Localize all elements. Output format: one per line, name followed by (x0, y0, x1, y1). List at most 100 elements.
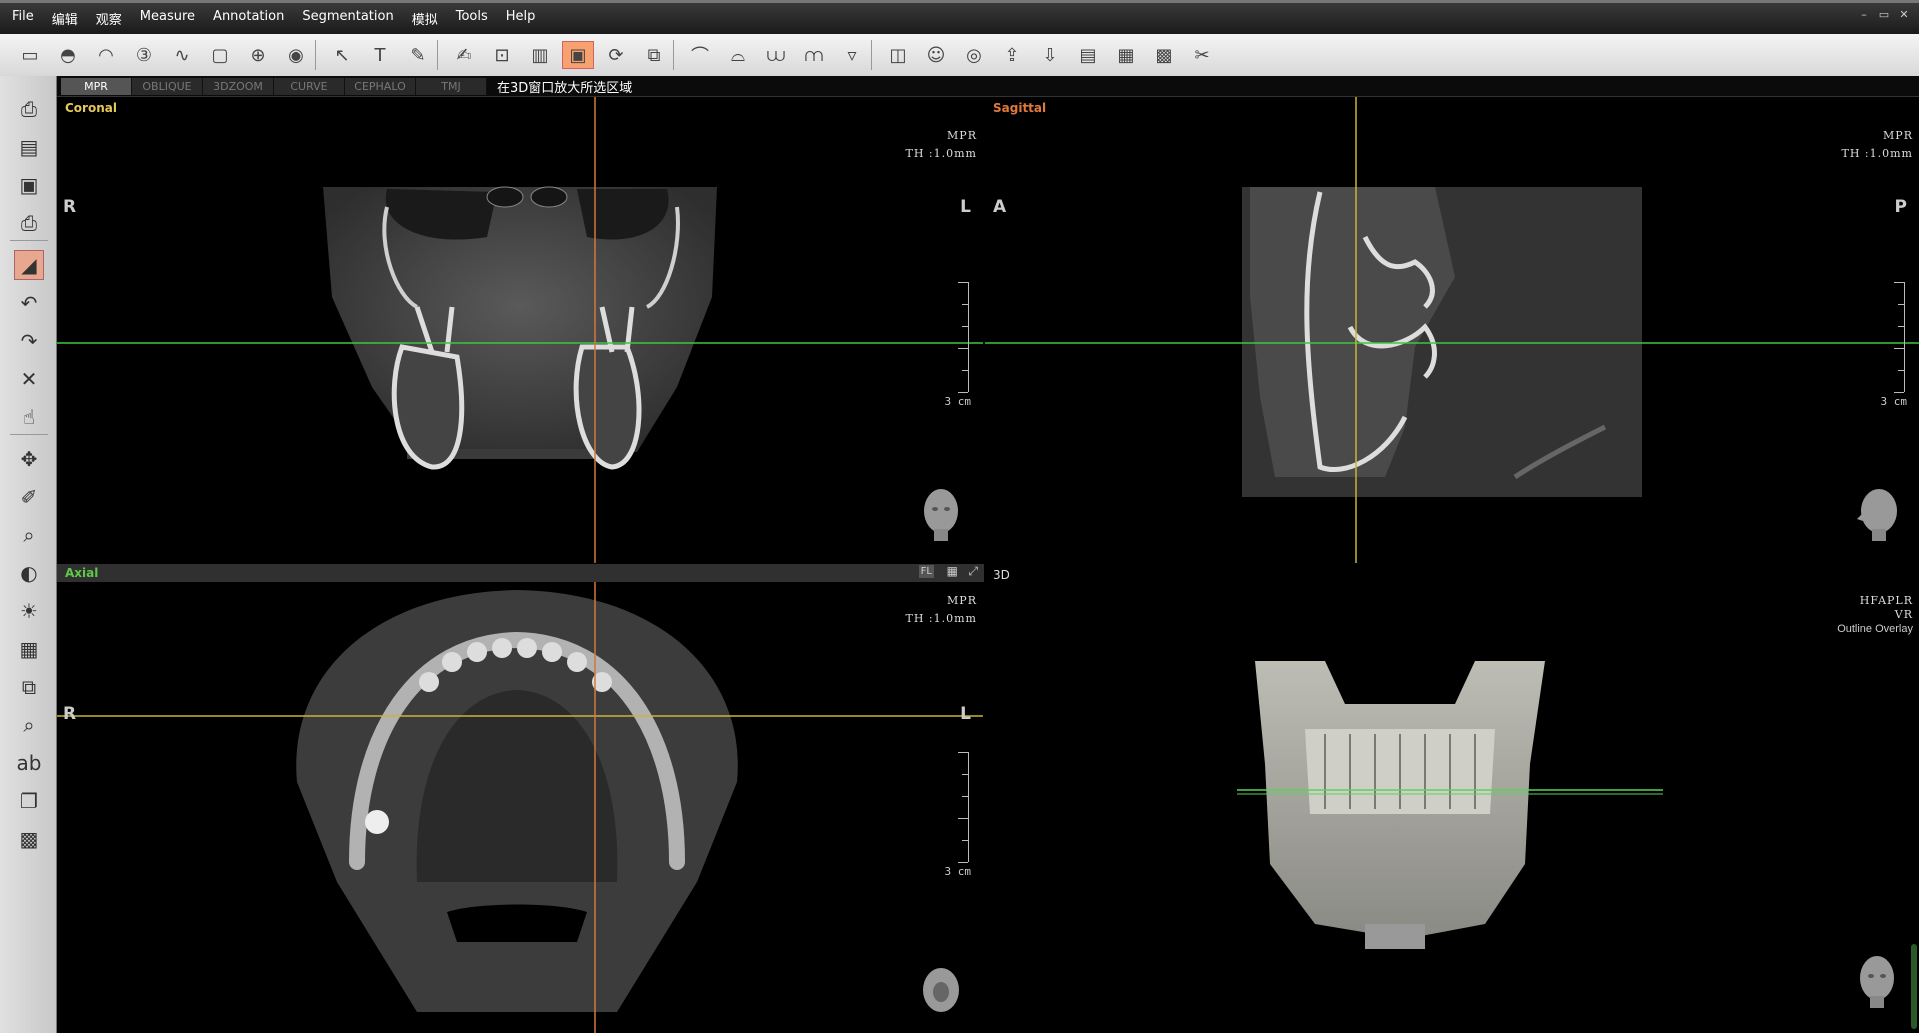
menu-item[interactable]: Tools (456, 9, 488, 28)
print-view-icon[interactable]: ▦ (1110, 41, 1142, 69)
scale-label: 3 cm (944, 395, 972, 408)
menu-item[interactable]: 模拟 (412, 9, 438, 28)
axial-viewport[interactable]: MPR TH :1.0mm R L 3 cm (57, 582, 983, 1033)
head-orientation-icon[interactable] (1855, 487, 1899, 541)
viewport-label: Axial (65, 566, 99, 580)
tool-separator (10, 434, 48, 435)
3d-icon[interactable]: ③ (128, 41, 160, 69)
grid-button[interactable]: ▦ (947, 564, 958, 578)
printer-icon[interactable]: ⎙ (14, 208, 44, 238)
undo-icon[interactable]: ↶ (14, 288, 44, 318)
window-controls: – ▭ ✕ (1857, 9, 1911, 21)
menu-bar: File 编辑 观察 Measure Annotation Segmentation 模拟 T… (0, 0, 1919, 34)
orientation-right: P (1894, 197, 1907, 217)
print-icon[interactable]: ⎙ (14, 94, 44, 124)
status-hint: 在3D窗口放大所选区域 (497, 81, 633, 96)
menu-item[interactable]: Annotation (213, 9, 284, 28)
panoramic-icon[interactable]: ∿ (166, 41, 198, 69)
teeth-icon[interactable]: ⩊ (760, 41, 792, 69)
hand-icon[interactable]: ☝ (14, 402, 44, 432)
pen-tool-icon[interactable]: ✐ (14, 482, 44, 512)
sync-icon[interactable]: ⟳ (600, 41, 632, 69)
viewport-label: Sagittal (993, 101, 1047, 115)
sphere-icon[interactable]: ⊕ (242, 41, 274, 69)
camera-icon[interactable]: ◫ (882, 41, 914, 69)
restore-button[interactable]: ▭ (1877, 9, 1891, 21)
edit-report-icon[interactable]: ✍ (448, 41, 480, 69)
head-orientation-icon[interactable] (919, 962, 963, 1016)
axial-image (57, 582, 983, 1033)
zoom-region-icon[interactable]: ⊡ (486, 41, 518, 69)
implant-icon[interactable]: ◓ (52, 41, 84, 69)
toolbar-separator (315, 40, 316, 70)
left-toolbar: ⎙ ▤ ▣ ⎙ ◢ ↶ ↷ ✕ ☝ ✥ ✐ ⌕ ◐ ☀ ▦ ⧉ ⌕ ab ❐ ▩ (0, 76, 57, 1033)
tab-mpr[interactable]: MPR (61, 78, 132, 95)
tab-oblique[interactable]: OBLIQUE (132, 78, 203, 95)
3d-viewport[interactable]: 3D HFAPLR VR Outline Overlay (985, 564, 1919, 1033)
pen-icon[interactable]: ✎ (402, 41, 434, 69)
arch-icon[interactable]: ◠ (90, 41, 122, 69)
view-tab-row: 在3D窗口放大所选区域 MPR OBLIQUE 3DZOOM CURVE CEPHALO… (57, 76, 1919, 97)
open-icon[interactable]: ▤ (14, 132, 44, 162)
tab-cephalo[interactable]: CEPHALO (345, 78, 416, 95)
copy-icon[interactable]: ❐ (14, 786, 44, 816)
checker-icon[interactable]: ▩ (14, 824, 44, 854)
cup-icon[interactable]: ▿ (836, 41, 868, 69)
export-icon[interactable]: ⇪ (996, 41, 1028, 69)
compare-icon[interactable]: ⧉ (638, 41, 670, 69)
close-button[interactable]: ✕ (1897, 9, 1911, 21)
measure-triangle-icon[interactable]: ◢ (14, 250, 44, 280)
layers-icon[interactable]: ⧉ (14, 672, 44, 702)
crop-icon[interactable]: ▢ (204, 41, 236, 69)
text-icon[interactable]: T (364, 41, 396, 69)
save-icon[interactable]: ▣ (14, 170, 44, 200)
save-view-icon[interactable]: ▤ (1072, 41, 1104, 69)
tab-3dzoom[interactable]: 3DZOOM (203, 78, 274, 95)
zoom-icon[interactable]: ⌕ (14, 520, 44, 550)
redo-icon[interactable]: ↷ (14, 326, 44, 356)
coronal-viewport[interactable]: Coronal MPR TH :1.0mm R L 3 cm (57, 97, 983, 563)
settings-icon[interactable]: ✂ (1186, 41, 1218, 69)
menu-item[interactable]: 编辑 (52, 9, 78, 28)
menu-item[interactable]: 观察 (96, 9, 122, 28)
menu-item[interactable]: File (12, 9, 34, 28)
layout-icon[interactable]: ▩ (1148, 41, 1180, 69)
tab-tmj[interactable]: TMJ (416, 78, 487, 95)
teeth-m-icon[interactable]: ⩋ (798, 41, 830, 69)
contrast-icon[interactable]: ◐ (14, 558, 44, 588)
head-orientation-icon[interactable] (1855, 954, 1899, 1008)
move-icon[interactable]: ✥ (14, 444, 44, 474)
pointer-icon[interactable]: ↖ (326, 41, 358, 69)
menu-item[interactable]: Help (506, 9, 536, 28)
delete-icon[interactable]: ✕ (14, 364, 44, 394)
menu-item[interactable]: Measure (140, 9, 195, 28)
person-icon[interactable]: ☺ (920, 41, 952, 69)
curve-icon[interactable]: ⌒ (684, 41, 716, 69)
overlay-icon[interactable]: ▣ (562, 41, 594, 69)
import-icon[interactable]: ⇩ (1034, 41, 1066, 69)
sagittal-viewport[interactable]: Sagittal MPR TH :1.0mm A P 3 cm (985, 97, 1919, 563)
magnify-icon[interactable]: ⌕ (14, 710, 44, 740)
curve-m-icon[interactable]: ⌓ (722, 41, 754, 69)
disc-icon[interactable]: ◎ (958, 41, 990, 69)
toolbar-separator (437, 40, 438, 70)
menu-items: File 编辑 观察 Measure Annotation Segmentation 模拟 T… (12, 9, 553, 28)
brightness-icon[interactable]: ☀ (14, 596, 44, 626)
histogram-icon[interactable]: ▥ (524, 41, 556, 69)
ruler-icon[interactable]: ▭ (14, 41, 46, 69)
head-orientation-icon[interactable] (919, 487, 963, 541)
maximize-button[interactable]: ⤢ (968, 564, 978, 579)
scale-label: 3 cm (1880, 395, 1908, 408)
orientation-left: R (63, 197, 77, 217)
vertical-scrollbar[interactable] (1911, 944, 1917, 1029)
gradient-icon[interactable]: ▦ (14, 634, 44, 664)
orientation-right: L (960, 704, 971, 724)
orientation-left: A (993, 197, 1007, 217)
flip-button[interactable]: FL (918, 565, 934, 578)
minimize-button[interactable]: – (1857, 9, 1871, 21)
cylinder-icon[interactable]: ◉ (280, 41, 312, 69)
abc-icon[interactable]: ab (14, 748, 44, 778)
axial-header-bar: Axial FL ▦ ⤢ (57, 564, 984, 582)
menu-item[interactable]: Segmentation (302, 9, 393, 28)
tab-curve[interactable]: CURVE (274, 78, 345, 95)
